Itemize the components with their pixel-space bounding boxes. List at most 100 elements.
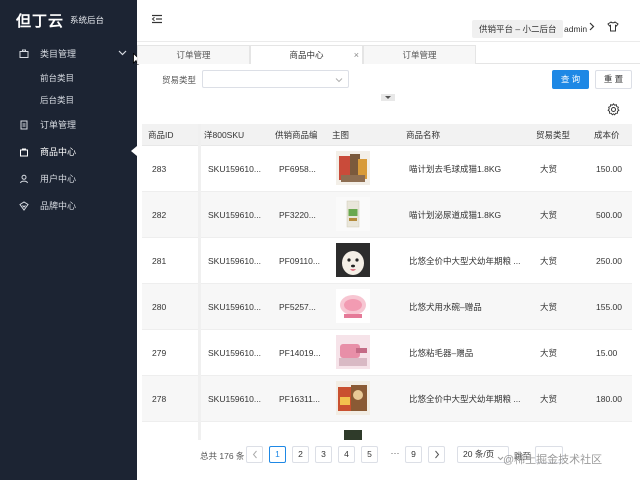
- column-header: 供销商品编: [275, 130, 318, 140]
- cell-name: 喵计划去毛球成猫1.8KG: [409, 164, 502, 174]
- page-button[interactable]: 4: [338, 446, 355, 463]
- column-header: 商品名称: [406, 130, 441, 140]
- caret-down-icon: [385, 96, 391, 99]
- table-row[interactable]: 283 SKU159610... PF6958... 喵计划去毛球成猫1.8KG…: [142, 146, 632, 192]
- page-button[interactable]: 3: [315, 446, 332, 463]
- watermark: @稀土掘金技术社区: [503, 454, 603, 466]
- chevron-right-icon[interactable]: [589, 22, 595, 33]
- sidebar-item-label: 后台类目: [40, 95, 75, 105]
- page-button[interactable]: 1: [269, 446, 286, 463]
- column-header: 主图: [332, 130, 350, 140]
- cell-cost: 155.00: [596, 302, 622, 312]
- shirt-icon[interactable]: [607, 21, 619, 34]
- table-row[interactable]: 279 SKU159610... PF14019... 比悠粘毛器–赠品 大贸 …: [142, 330, 632, 376]
- menu-fold-icon[interactable]: [151, 14, 163, 26]
- reset-button[interactable]: 重 置: [595, 70, 632, 89]
- cell-sku: SKU159610...: [208, 164, 261, 174]
- cell-cost: 180.00: [596, 394, 622, 404]
- sidebar-item-products[interactable]: 商品中心: [0, 138, 137, 165]
- table-row[interactable]: 278 SKU159610... PF16311... 比悠全价中大型犬幼年期粮…: [142, 376, 632, 422]
- sidebar-item-label: 商品中心: [40, 147, 77, 157]
- cell-name: 比悠全价中大型犬幼年期粮 ...: [409, 394, 521, 404]
- query-button[interactable]: 查 询: [552, 70, 589, 89]
- table-row[interactable]: 282 SKU159610... PF3220... 喵计划泌尿道成猫1.8KG…: [142, 192, 632, 238]
- sidebar: 但丁云 系统后台 类目管理 前台类目 后台类目 订单管理 商品中心 用户中心 品…: [0, 0, 137, 480]
- next-page-button[interactable]: [428, 446, 445, 463]
- page-size-value: 20 条/页: [463, 449, 495, 459]
- brand: 但丁云 系统后台: [0, 0, 137, 40]
- table-row[interactable]: 280 SKU159610... PF5257... 比悠犬用水碗–赠品 大贸 …: [142, 284, 632, 330]
- sidebar-item-orders[interactable]: 订单管理: [0, 111, 137, 138]
- sidebar-item-users[interactable]: 用户中心: [0, 165, 137, 192]
- tab-products[interactable]: 商品中心 ×: [250, 45, 363, 64]
- cell-name: 比悠全价中大型犬幼年期粮 ...: [409, 256, 521, 266]
- top-header: 供销平台 – 小二后台 admin: [137, 0, 640, 42]
- table-header: 商品ID 洋800SKU 供销商品编 主图 商品名称 贸易类型 成本价: [142, 124, 632, 146]
- cell-id: 282: [152, 210, 167, 220]
- product-table: 商品ID 洋800SKU 供销商品编 主图 商品名称 贸易类型 成本价 283 …: [142, 124, 632, 446]
- column-header: 商品ID: [148, 130, 174, 140]
- product-thumbnail[interactable]: [336, 243, 370, 277]
- page-button[interactable]: 2: [292, 446, 309, 463]
- cell-trade: 大贸: [540, 348, 558, 358]
- tab-label: 订单管理: [176, 50, 211, 60]
- page-ellipsis[interactable]: ···: [388, 446, 402, 461]
- page-button[interactable]: 5: [361, 446, 378, 463]
- column-header: 洋800SKU: [204, 130, 245, 140]
- product-thumbnail[interactable]: [336, 381, 370, 415]
- user-name[interactable]: admin: [564, 20, 587, 38]
- product-thumbnail[interactable]: [336, 197, 370, 231]
- gear-icon[interactable]: [607, 103, 620, 118]
- brand-subtitle: 系统后台: [70, 15, 105, 25]
- total-count: 总共 176 条: [200, 451, 245, 461]
- cell-trade: 大贸: [540, 164, 558, 174]
- close-icon[interactable]: ×: [354, 46, 359, 64]
- cell-id: 283: [152, 164, 167, 174]
- badge-icon: [18, 200, 30, 211]
- cell-trade: 大贸: [540, 256, 558, 266]
- filter-bar: 贸易类型 查 询 重 置: [137, 64, 640, 101]
- sidebar-item-label: 品牌中心: [40, 201, 77, 211]
- page-button-last[interactable]: 9: [405, 446, 422, 463]
- cell-code: PF6958...: [279, 164, 316, 174]
- tab-label: 商品中心: [289, 50, 324, 60]
- trade-type-select[interactable]: [202, 70, 349, 88]
- cell-id: 278: [152, 394, 167, 404]
- cell-cost: 15.00: [596, 348, 618, 358]
- cell-sku: SKU159610...: [208, 394, 261, 404]
- cell-sku: SKU159610...: [208, 348, 261, 358]
- cell-id: 281: [152, 256, 167, 266]
- brand-logo: 但丁云: [16, 11, 65, 30]
- collapse-toggle[interactable]: [381, 94, 395, 101]
- platform-switcher[interactable]: 供销平台 – 小二后台: [472, 20, 564, 38]
- chevron-down-icon: [118, 48, 127, 58]
- cell-code: PF14019...: [279, 348, 321, 358]
- column-header: 贸易类型: [536, 130, 571, 140]
- cell-sku: SKU159610...: [208, 256, 261, 266]
- cell-code: PF3220...: [279, 210, 316, 220]
- sidebar-item-back-category[interactable]: 后台类目: [0, 89, 137, 111]
- cell-code: PF16311...: [279, 394, 320, 404]
- cell-cost: 500.00: [596, 210, 622, 220]
- table-row[interactable]: 281 SKU159610... PF09110... 比悠全价中大型犬幼年期粮…: [142, 238, 632, 284]
- page-size-select[interactable]: 20 条/页: [457, 446, 509, 463]
- sidebar-item-category[interactable]: 类目管理: [0, 40, 137, 67]
- product-thumbnail[interactable]: [336, 151, 370, 185]
- sidebar-item-front-category[interactable]: 前台类目: [0, 67, 137, 89]
- cell-name: 比悠粘毛器–赠品: [409, 348, 474, 358]
- cell-code: PF5257...: [279, 302, 316, 312]
- tab-orders[interactable]: 订单管理: [137, 45, 250, 64]
- user-icon: [18, 174, 30, 184]
- tab-orders-2[interactable]: 订单管理: [363, 45, 476, 64]
- column-header: 成本价: [594, 130, 620, 140]
- column-divider: [198, 124, 201, 440]
- page-tabs: 订单管理 商品中心 × 订单管理: [137, 45, 640, 64]
- cell-cost: 250.00: [596, 256, 622, 266]
- product-thumbnail[interactable]: [336, 335, 370, 369]
- trade-type-label: 贸易类型: [162, 75, 197, 85]
- sidebar-item-brands[interactable]: 品牌中心: [0, 192, 137, 219]
- bag-icon: [18, 147, 30, 157]
- product-thumbnail[interactable]: [336, 427, 370, 441]
- product-thumbnail[interactable]: [336, 289, 370, 323]
- prev-page-button[interactable]: [246, 446, 263, 463]
